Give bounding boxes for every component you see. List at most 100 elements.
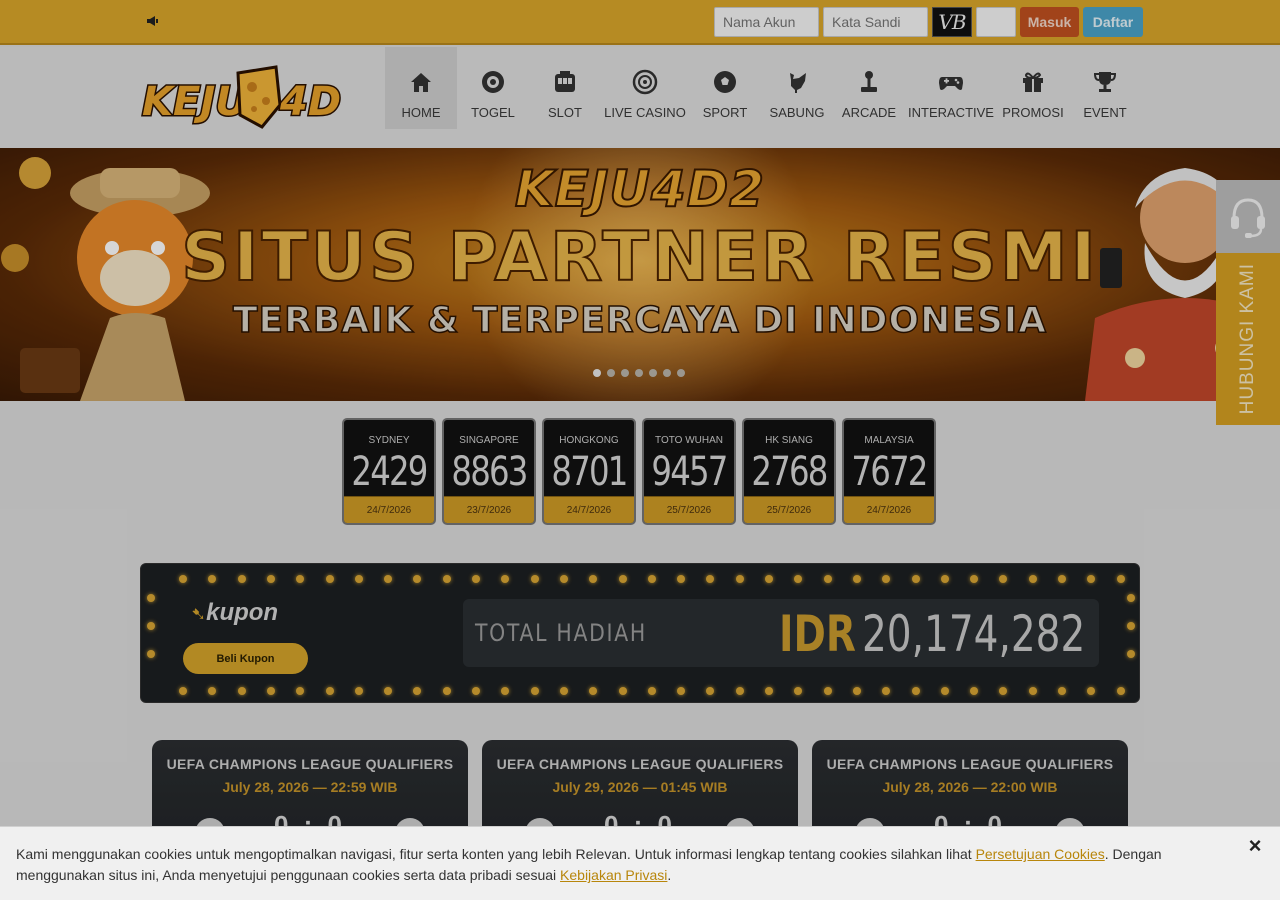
nav-home[interactable]: HOME xyxy=(385,47,457,129)
marquee-bulb xyxy=(765,575,773,583)
lottery-results: SYDNEY 2429 24/7/2026 SINGAPORE 8863 23/7/202… xyxy=(342,418,936,525)
result-market: HONGKONG xyxy=(559,435,619,446)
result-number: 2429 xyxy=(351,449,428,495)
marquee-bulb xyxy=(530,575,539,583)
marquee-bulb xyxy=(208,687,217,695)
result-market: TOTO WUHAN xyxy=(655,435,723,446)
username-input[interactable] xyxy=(714,7,819,37)
match-datetime: July 28, 2026 — 22:59 WIB xyxy=(222,779,398,795)
marquee-bulb xyxy=(1028,687,1037,695)
marquee-bulb xyxy=(179,575,187,583)
svg-text:KEJU: KEJU xyxy=(142,79,248,125)
promo-banner[interactable]: KEJU4D2 SITUS PARTNER RESMI TERBAIK & TE… xyxy=(0,148,1280,401)
marquee-bulb xyxy=(999,687,1008,695)
result-card[interactable]: MALAYSIA 7672 24/7/2026 xyxy=(842,418,936,525)
marquee-bulb xyxy=(1087,687,1096,695)
marquee-bulb xyxy=(1127,622,1135,630)
marquee-bulb xyxy=(501,687,510,695)
nav-event[interactable]: EVENT xyxy=(1069,47,1141,129)
privacy-policy-link[interactable]: Kebijakan Privasi xyxy=(560,867,667,883)
headset-icon xyxy=(1231,197,1265,238)
result-card[interactable]: HK SIANG 2768 25/7/2026 xyxy=(742,418,836,525)
nav-interactive[interactable]: INTERACTIVE xyxy=(905,47,997,129)
marquee-bulb xyxy=(1058,575,1066,583)
support-widget[interactable]: HUBUNGI KAMI xyxy=(1216,180,1280,425)
marquee-bulb xyxy=(647,575,656,583)
rooster-icon xyxy=(790,73,806,93)
marquee-bulb xyxy=(1028,575,1037,583)
buy-kupon-button[interactable]: Beli Kupon xyxy=(183,643,308,674)
result-card[interactable]: TOTO WUHAN 9457 25/7/2026 xyxy=(642,418,736,525)
contact-us-tab[interactable]: HUBUNGI KAMI xyxy=(1216,253,1280,425)
nav-label: SLOT xyxy=(548,105,582,120)
result-number: 8863 xyxy=(451,449,528,495)
captcha-input[interactable] xyxy=(976,7,1016,37)
match-league: UEFA CHAMPIONS LEAGUE QUALIFIERS xyxy=(496,756,784,772)
marquee-bulb xyxy=(1127,650,1135,658)
banner-brand: KEJU4D2 xyxy=(514,159,766,219)
nav-sabung[interactable]: SABUNG xyxy=(761,47,833,129)
nav-label: INTERACTIVE xyxy=(908,105,994,120)
marquee-bulb xyxy=(1058,687,1066,695)
result-card[interactable]: SINGAPORE 8863 23/7/2026 xyxy=(442,418,536,525)
kupon-logo: ➷kupon xyxy=(191,599,279,626)
prize-amount: 20,174,282 xyxy=(861,605,1085,663)
nav-slot[interactable]: SLOT xyxy=(529,47,601,129)
password-input[interactable] xyxy=(823,7,928,37)
marquee-bulb xyxy=(559,687,568,695)
gift-icon xyxy=(1023,72,1043,92)
marquee-bulb xyxy=(618,687,627,695)
carousel-dot[interactable] xyxy=(607,369,615,377)
keju4d-logo[interactable]: KEJU 4D xyxy=(140,65,360,131)
result-card[interactable]: HONGKONG 8701 24/7/2026 xyxy=(542,418,636,525)
marquee-bulb xyxy=(677,687,686,695)
close-icon[interactable]: × xyxy=(1244,835,1266,857)
main-nav: HOME TOGEL SLOT LIVE CASINO SPORT SABUNG… xyxy=(385,47,1141,129)
cookie-text-3: . xyxy=(667,867,672,883)
marquee-bulb xyxy=(266,575,275,583)
result-number: 9457 xyxy=(651,449,728,495)
cookie-text-1: Kami menggunakan cookies untuk mengoptim… xyxy=(16,846,976,862)
nav-promosi[interactable]: PROMOSI xyxy=(997,47,1069,129)
marquee-bulb xyxy=(882,575,891,583)
marquee-bulb xyxy=(296,687,305,695)
carousel-dot[interactable] xyxy=(663,369,671,377)
register-button[interactable]: Daftar xyxy=(1083,7,1143,37)
marquee-bulb xyxy=(147,622,155,630)
nav-arcade[interactable]: ARCADE xyxy=(833,47,905,129)
marquee-bulb xyxy=(413,687,422,695)
login-button[interactable]: Masuk xyxy=(1020,7,1079,37)
cookie-message: Kami menggunakan cookies untuk mengoptim… xyxy=(16,844,1196,886)
carousel-dot[interactable] xyxy=(593,369,601,377)
support-icon-box[interactable] xyxy=(1216,180,1280,253)
marquee-bulb xyxy=(735,687,744,695)
nav-live-casino[interactable]: LIVE CASINO xyxy=(601,47,689,129)
carousel-dot[interactable] xyxy=(649,369,657,377)
marquee-bulb xyxy=(999,575,1008,583)
banner-subheadline: TERBAIK & TERPERCAYA DI INDONESIA xyxy=(232,299,1048,342)
carousel-dot[interactable] xyxy=(635,369,643,377)
marquee-bulb xyxy=(911,687,920,695)
result-card[interactable]: SYDNEY 2429 24/7/2026 xyxy=(342,418,436,525)
total-prize-label: TOTAL HADIAH xyxy=(475,619,647,647)
carousel-dot[interactable] xyxy=(677,369,685,377)
marquee-bulb xyxy=(589,575,598,583)
marquee-bulb xyxy=(765,687,773,695)
marquee-bulb xyxy=(706,687,715,695)
nav-sport[interactable]: SPORT xyxy=(689,47,761,129)
marquee-bulb xyxy=(237,575,246,583)
nav-label: HOME xyxy=(401,105,441,120)
marquee-bulb xyxy=(442,575,451,583)
cookie-policy-link[interactable]: Persetujuan Cookies xyxy=(976,846,1105,862)
marquee-bulb xyxy=(237,687,246,695)
nav-togel[interactable]: TOGEL xyxy=(457,47,529,129)
carousel-dot[interactable] xyxy=(621,369,629,377)
marquee-bulb xyxy=(325,575,334,583)
svg-text:4D: 4D xyxy=(279,79,341,125)
nav-label: SPORT xyxy=(702,105,748,120)
marquee-bulb xyxy=(147,650,155,658)
marquee-bulb xyxy=(823,687,832,695)
marquee-bulb xyxy=(1116,687,1125,695)
marquee-bulb xyxy=(735,575,744,583)
megaphone-icon xyxy=(147,16,158,26)
